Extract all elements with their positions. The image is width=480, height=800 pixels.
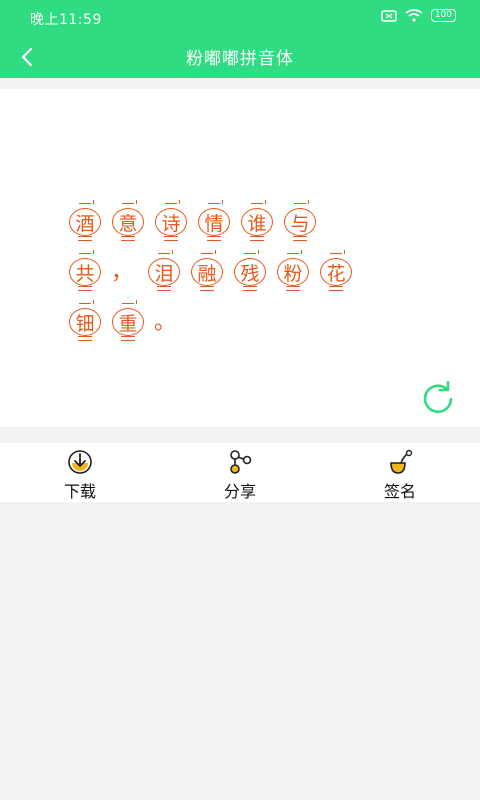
share-icon xyxy=(230,450,252,474)
lantern-glyph: 花 xyxy=(319,250,353,292)
status-time: 晚上11:59 xyxy=(30,12,102,28)
download-icon xyxy=(68,450,92,474)
lantern-glyph: 融 xyxy=(190,250,224,292)
lantern-glyph: 酒 xyxy=(68,200,102,242)
lantern-glyph: 情 xyxy=(197,200,231,242)
nav-bar: 粉嘟嘟拼音体 xyxy=(0,34,480,78)
pen-icon xyxy=(390,449,413,474)
lantern-glyph: 钿 xyxy=(68,300,102,342)
refresh-icon[interactable] xyxy=(418,379,458,419)
signature-button[interactable]: 签名 xyxy=(320,443,480,502)
poem-line-3: 钿 重 。 xyxy=(68,297,362,347)
poem-line-2: 共 ， 泪 融 残 粉 花 xyxy=(68,247,362,297)
lantern-glyph: 诗 xyxy=(154,200,188,242)
sim-icon xyxy=(381,9,397,22)
lantern-glyph: 谁 xyxy=(240,200,274,242)
punctuation-glyph: 。 xyxy=(154,310,177,335)
wifi-icon xyxy=(405,9,423,22)
lantern-glyph: 与 xyxy=(283,200,317,242)
battery-icon: 100 xyxy=(430,9,456,22)
share-label: 分享 xyxy=(223,482,256,501)
lantern-glyph: 共 xyxy=(68,250,102,292)
page-title: 粉嘟嘟拼音体 xyxy=(186,49,294,69)
bottom-toolbar: 下载 分享 签名 xyxy=(0,443,480,502)
lantern-glyph: 泪 xyxy=(147,250,181,292)
status-icons: 100 xyxy=(381,9,456,22)
lantern-glyph: 残 xyxy=(233,250,267,292)
status-bar: 晚上11:59 100 xyxy=(0,0,480,34)
download-label: 下载 xyxy=(63,482,96,501)
signature-label: 签名 xyxy=(383,482,416,501)
punctuation-glyph: ， xyxy=(111,260,134,285)
share-button[interactable]: 分享 xyxy=(160,443,320,502)
lantern-glyph: 重 xyxy=(111,300,145,342)
lantern-glyph: 意 xyxy=(111,200,145,242)
download-button[interactable]: 下载 xyxy=(0,443,160,502)
font-preview-area: 酒 意 诗 情 谁 与 共 ， 泪 融 残 粉 花 钿 重 。 xyxy=(0,89,480,427)
lantern-glyph: 粉 xyxy=(276,250,310,292)
poem-preview: 酒 意 诗 情 谁 与 共 ， 泪 融 残 粉 花 钿 重 。 xyxy=(68,197,362,347)
poem-line-1: 酒 意 诗 情 谁 与 xyxy=(68,197,362,247)
